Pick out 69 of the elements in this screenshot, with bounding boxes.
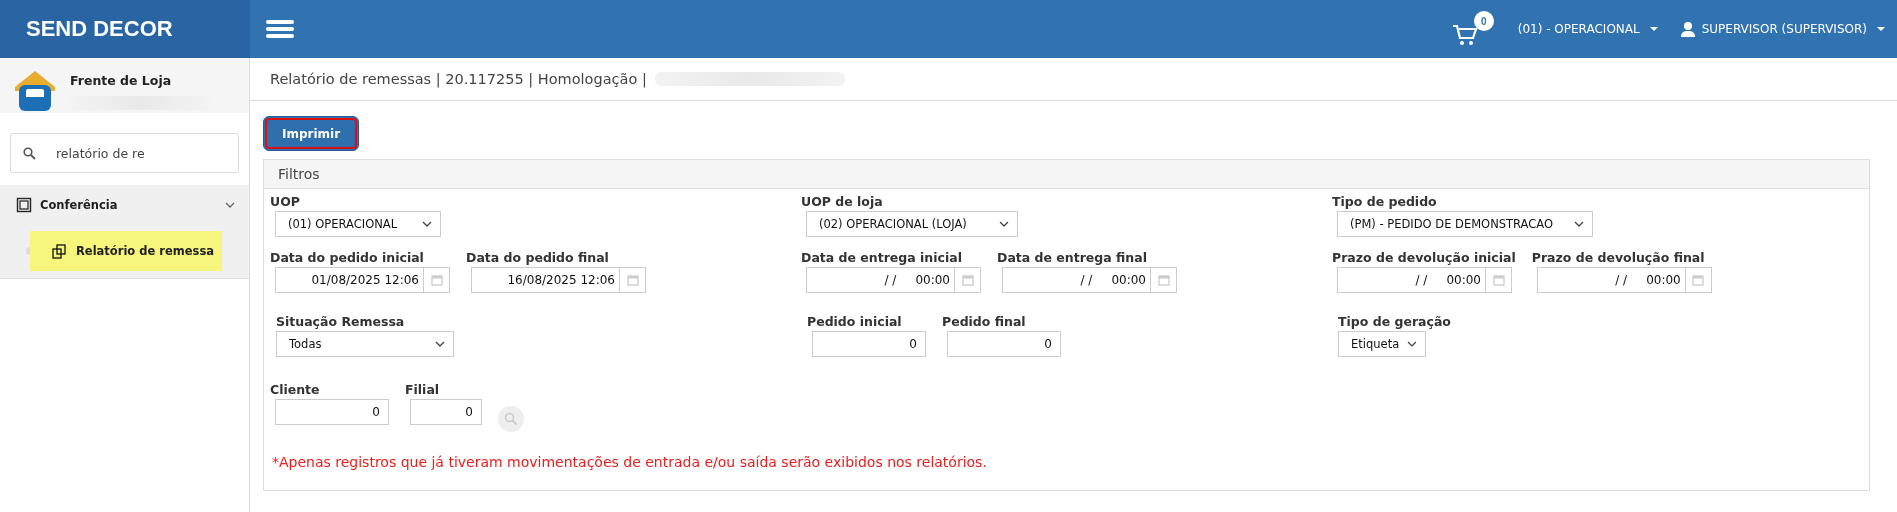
field-label: Cliente: [270, 382, 321, 397]
field-label: Data do pedido inicial: [270, 250, 425, 265]
chevron-icon: [435, 341, 445, 347]
frame-icon: [16, 197, 32, 213]
calendar-icon: [1492, 274, 1505, 286]
calendar-button[interactable]: [620, 267, 646, 293]
calendar-icon: [961, 274, 974, 286]
unit-dropdown[interactable]: (01) - OPERACIONAL: [1517, 22, 1658, 36]
field-label: Data de entrega inicial: [801, 250, 963, 265]
footnote: *Apenas registros que já tiveram movimentações de entrada e/ou saída serão exibidos nos relatórios.: [272, 454, 988, 470]
chevron-icon: [422, 221, 432, 227]
calendar-icon: [430, 274, 443, 286]
chevron-icon: [1407, 341, 1417, 347]
select-field[interactable]: Todas: [276, 331, 454, 357]
cart-button[interactable]: 0: [1451, 11, 1496, 47]
datetime-field[interactable]: 16/08/2025 12:06: [471, 267, 620, 293]
panel-title: Filtros: [278, 166, 320, 182]
field-label: Filial: [405, 382, 441, 397]
calendar-icon: [1692, 274, 1705, 286]
calendar-button[interactable]: [1151, 267, 1177, 293]
field-label: Pedido final: [942, 314, 1027, 329]
menu-item[interactable]: Relatório de remessa: [30, 231, 222, 271]
search-icon: [504, 412, 518, 426]
number-field[interactable]: 0: [275, 399, 389, 425]
app-title: SEND DECOR: [26, 16, 173, 42]
select-field[interactable]: (01) OPERACIONAL: [275, 211, 441, 237]
menu-group[interactable]: Conferência: [0, 185, 249, 225]
calendar-button[interactable]: [1685, 267, 1712, 293]
number-field[interactable]: 0: [947, 331, 1061, 357]
menu-search-field[interactable]: relatório de re: [10, 133, 239, 173]
field-label: Tipo de pedido: [1332, 194, 1438, 209]
select-field[interactable]: Etiqueta: [1338, 331, 1426, 357]
calendar-button[interactable]: [424, 267, 450, 293]
field-label: Data de entrega final: [997, 250, 1148, 265]
field-label: Pedido inicial: [807, 314, 903, 329]
search-button[interactable]: [498, 406, 524, 432]
cart-count-badge: 0: [1473, 11, 1494, 31]
module-name: Frente de Loja: [70, 73, 173, 88]
copy-icon: [52, 243, 67, 259]
datetime-field[interactable]: / / 00:00: [1002, 267, 1151, 293]
menu-group-label: Conferência: [40, 198, 119, 212]
number-field[interactable]: 0: [812, 331, 926, 357]
calendar-icon: [626, 274, 639, 286]
user-dropdown[interactable]: SUPERVISOR (SUPERVISOR): [1679, 21, 1885, 37]
cart-icon: [1451, 23, 1478, 47]
chevron-icon: [999, 221, 1009, 227]
user-icon: [1679, 21, 1696, 37]
select-field[interactable]: (PM) - PEDIDO DE DEMONSTRACAO: [1337, 211, 1593, 237]
print-button[interactable]: Imprimir: [263, 116, 359, 151]
chevron-icon: [1574, 221, 1584, 227]
field-label: UOP: [270, 194, 301, 209]
number-field[interactable]: 0: [410, 399, 482, 425]
field-label: Prazo de devolução final: [1531, 250, 1706, 265]
select-field[interactable]: (02) OPERACIONAL (LOJA): [806, 211, 1018, 237]
field-label: Prazo de devolução inicial: [1332, 250, 1516, 265]
calendar-icon: [1157, 274, 1170, 286]
calendar-button[interactable]: [955, 267, 981, 293]
calendar-button[interactable]: [1486, 267, 1512, 293]
search-icon: [23, 146, 36, 160]
field-label: Situação Remessa: [276, 314, 406, 329]
field-label: Data do pedido final: [466, 250, 610, 265]
field-label: UOP de loja: [801, 194, 884, 209]
datetime-field[interactable]: / / 00:00: [806, 267, 955, 293]
datetime-field[interactable]: 01/08/2025 12:06: [275, 267, 424, 293]
datetime-field[interactable]: / / 00:00: [1337, 267, 1486, 293]
field-label: Tipo de geração: [1338, 314, 1451, 329]
datetime-field[interactable]: / / 00:00: [1536, 267, 1686, 293]
menu-icon[interactable]: [266, 18, 294, 40]
page-title: Relatório de remessas | 20.117255 | Homologação |: [270, 71, 647, 87]
